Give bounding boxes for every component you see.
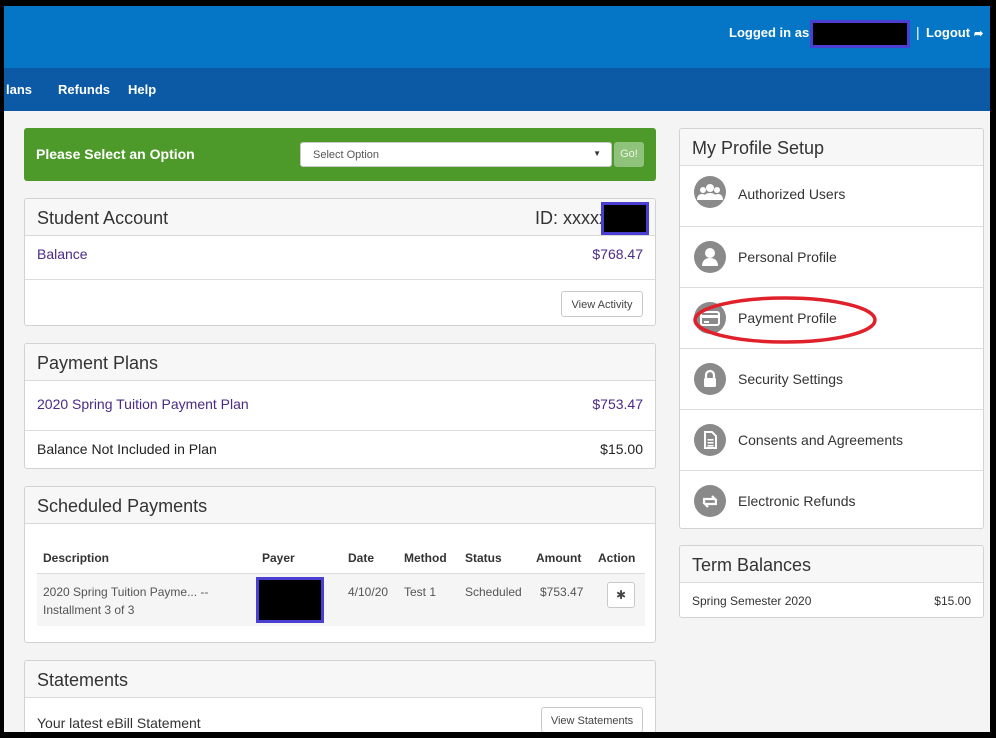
row-description-1: 2020 Spring Tuition Payme... -- — [43, 585, 209, 599]
profile-setup-header: My Profile Setup — [680, 129, 983, 166]
profile-item-label: Security Settings — [738, 371, 844, 387]
document-icon — [694, 424, 726, 456]
payment-plans-title: Payment Plans — [37, 353, 159, 373]
separator: | — [916, 24, 920, 40]
option-select-bar: Please Select an Option Select Option ▼ … — [24, 128, 656, 181]
col-description: Description — [43, 551, 110, 565]
redacted-payer — [256, 577, 324, 623]
chevron-down-icon: ▼ — [593, 149, 601, 158]
latest-statement-label: Your latest eBill Statement — [37, 715, 201, 731]
plan-value: $753.47 — [592, 396, 643, 412]
lock-icon — [694, 363, 726, 395]
col-payer: Payer — [262, 551, 295, 565]
col-action: Action — [598, 551, 636, 565]
term-balances-header: Term Balances — [680, 546, 983, 583]
profile-item-label: Consents and Agreements — [738, 432, 903, 448]
nav-item-help[interactable]: Help — [128, 82, 156, 97]
profile-item-label: Electronic Refunds — [738, 493, 856, 509]
col-date: Date — [348, 551, 375, 565]
view-statements-button[interactable]: View Statements — [541, 707, 643, 732]
option-select-value: Select Option — [313, 149, 380, 161]
col-method: Method — [404, 551, 447, 565]
student-id-label: ID: xxxxx — [535, 208, 609, 228]
redacted-username — [810, 20, 910, 48]
person-icon — [694, 241, 726, 273]
option-select-label: Please Select an Option — [36, 146, 195, 162]
balance-link[interactable]: Balance — [37, 246, 88, 262]
plan-link[interactable]: 2020 Spring Tuition Payment Plan — [37, 396, 249, 412]
profile-item-security-settings[interactable]: Security Settings — [680, 349, 983, 410]
logged-in-label: Logged in as: — [729, 25, 814, 40]
main-nav: lans Refunds Help — [4, 68, 990, 111]
annotation-circle — [693, 296, 877, 344]
student-account-title: Student Account — [37, 208, 169, 228]
student-account-panel: Student Account ID: xxxxx Balance $768.4… — [24, 198, 656, 326]
row-method: Test 1 — [404, 585, 437, 599]
statements-title: Statements — [37, 670, 129, 690]
term-balances-title: Term Balances — [692, 555, 812, 575]
col-status: Status — [465, 551, 502, 565]
balance-value: $768.47 — [592, 246, 643, 262]
redacted-student-id — [601, 202, 649, 235]
not-included-row: Balance Not Included in Plan $15.00 — [25, 431, 655, 467]
refresh-icon — [694, 485, 726, 517]
student-account-header: Student Account ID: xxxxx — [25, 199, 655, 236]
row-amount: $753.47 — [540, 585, 584, 599]
logout-icon: ➦ — [974, 28, 984, 40]
plan-row: 2020 Spring Tuition Payment Plan $753.47 — [25, 381, 655, 431]
profile-item-consents[interactable]: Consents and Agreements — [680, 410, 983, 471]
view-activity-button[interactable]: View Activity — [561, 291, 643, 317]
profile-item-electronic-refunds[interactable]: Electronic Refunds — [680, 471, 983, 528]
payment-plans-panel: Payment Plans 2020 Spring Tuition Paymen… — [24, 343, 656, 469]
browser-frame: Logged in as: | Logout ➦ lans Refunds Hel… — [4, 6, 990, 732]
statements-header: Statements — [25, 661, 655, 698]
scheduled-payments-header: Scheduled Payments — [25, 487, 655, 524]
row-status: Scheduled — [465, 585, 522, 599]
profile-item-label: Personal Profile — [738, 249, 837, 265]
table-row — [37, 574, 645, 626]
scheduled-payments-title: Scheduled Payments — [37, 496, 208, 516]
profile-setup-title: My Profile Setup — [692, 138, 825, 158]
term-value: $15.00 — [934, 594, 971, 608]
logout-link[interactable]: Logout ➦ — [926, 25, 983, 40]
gear-icon: ✱ — [615, 588, 627, 602]
not-included-label: Balance Not Included in Plan — [37, 441, 217, 457]
profile-setup-panel: My Profile Setup Authorized Users Person… — [679, 128, 984, 529]
col-amount: Amount — [536, 551, 582, 565]
profile-item-personal-profile[interactable]: Personal Profile — [680, 227, 983, 288]
profile-item-payment-profile[interactable]: Payment Profile — [680, 288, 983, 349]
nav-item-plans[interactable]: lans — [6, 82, 32, 97]
logout-label: Logout — [926, 25, 971, 40]
nav-item-refunds[interactable]: Refunds — [58, 82, 110, 97]
not-included-value: $15.00 — [600, 441, 643, 457]
term-balances-panel: Term Balances Spring Semester 2020 $15.0… — [679, 545, 984, 618]
top-header: Logged in as: | Logout ➦ — [4, 6, 990, 68]
row-description-2: Installment 3 of 3 — [43, 603, 135, 617]
go-button[interactable]: Go! — [614, 142, 644, 167]
profile-item-label: Authorized Users — [738, 186, 846, 202]
statements-panel: Statements Your latest eBill Statement V… — [24, 660, 656, 732]
balance-row: Balance $768.47 — [25, 236, 655, 280]
row-date: 4/10/20 — [348, 585, 389, 599]
profile-item-authorized-users[interactable]: Authorized Users — [680, 166, 983, 227]
payment-plans-header: Payment Plans — [25, 344, 655, 381]
users-icon — [694, 176, 726, 208]
option-select[interactable]: Select Option ▼ — [300, 142, 612, 167]
term-label: Spring Semester 2020 — [692, 594, 812, 608]
action-gear-button[interactable]: ✱ — [607, 582, 635, 608]
